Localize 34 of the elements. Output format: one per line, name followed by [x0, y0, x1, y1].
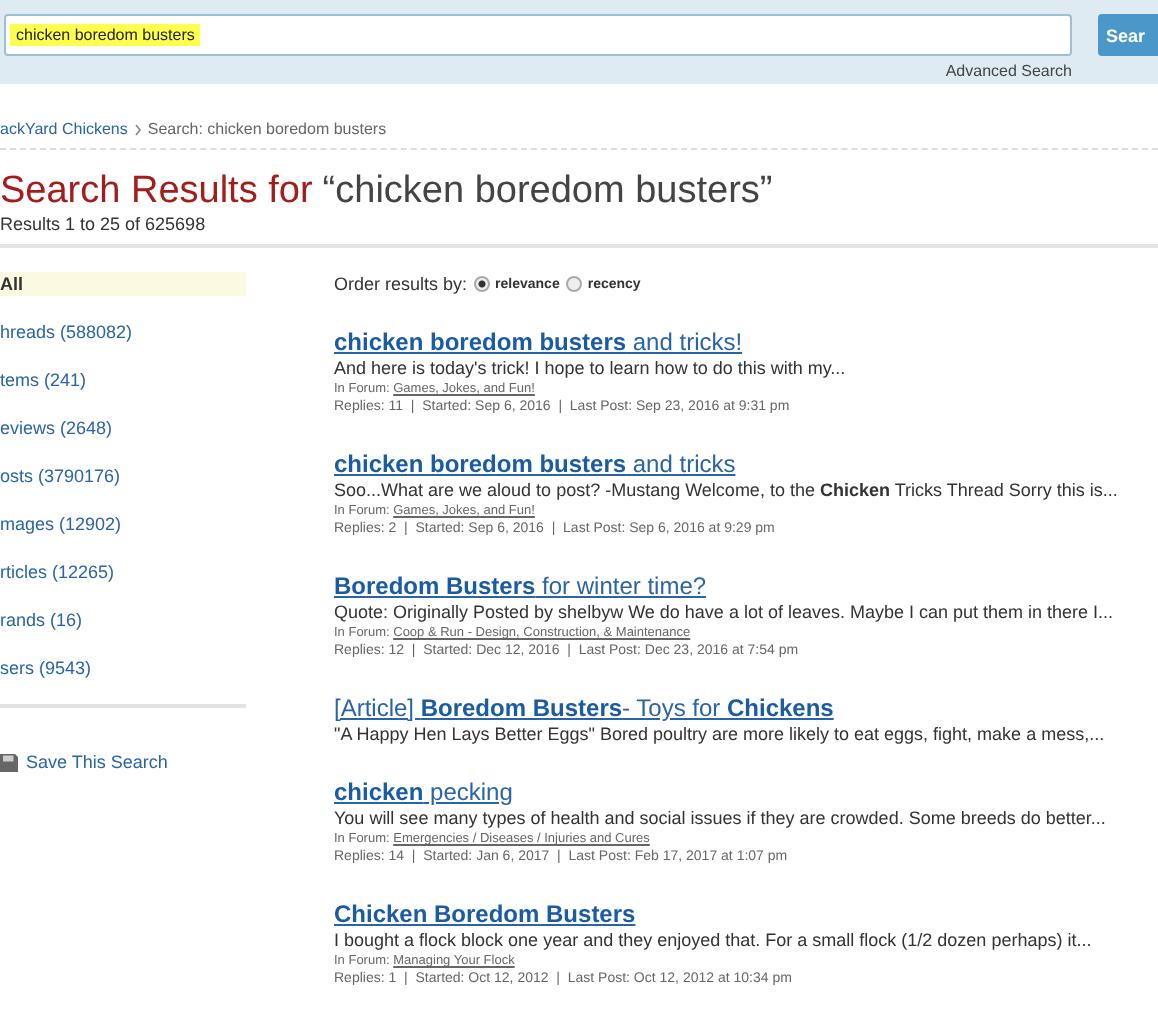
- filter-item[interactable]: eviews (2648): [0, 416, 246, 440]
- result-title-link[interactable]: chicken boredom busters and tricks: [334, 450, 1158, 478]
- filter-item[interactable]: rticles (12265): [0, 560, 246, 584]
- result-snippet: I bought a flock block one year and they enjoyed that. For a small flock (1/2 dozen perhaps) it...: [334, 928, 1094, 952]
- filter-item[interactable]: sers (9543): [0, 656, 246, 680]
- search-query: “chicken boredom busters”: [322, 170, 773, 214]
- save-search-link[interactable]: Save This Search: [26, 752, 168, 772]
- result-snippet: "A Happy Hen Lays Better Eggs" Bored poultry are more likely to eat eggs, fight, make a mess,...: [334, 722, 1107, 746]
- result-title-link[interactable]: chicken pecking: [334, 778, 1158, 806]
- search-field[interactable]: chicken boredom busters: [4, 14, 1072, 56]
- result-snippet: Quote: Originally Posted by shelbyw We do have a lot of leaves. Maybe I can put them in there I...: [334, 600, 1116, 624]
- result-title-link[interactable]: chicken boredom busters and tricks!: [334, 328, 1158, 356]
- chevron-icon: [133, 123, 142, 135]
- radio-button[interactable]: [473, 276, 490, 292]
- result-title-link[interactable]: Chicken Boredom Busters: [334, 900, 1158, 928]
- results-count: Results 1 to 25 of 625698: [0, 214, 208, 234]
- breadcrumb-current: Search: chicken boredom busters: [147, 120, 387, 138]
- filter-item[interactable]: rands (16): [0, 608, 246, 632]
- result-snippet: And here is today's trick! I hope to learn how to do this with my...: [334, 356, 848, 380]
- result-title-link[interactable]: [Article] Boredom Busters- Toys for Chickens: [334, 694, 1158, 722]
- filter-item[interactable]: mages (12902): [0, 512, 246, 536]
- order-label: Order results by:: [334, 274, 468, 294]
- search-button[interactable]: Sear: [1098, 14, 1158, 56]
- results-heading: Search Results for: [0, 170, 313, 214]
- advanced-search-link[interactable]: Advanced Search: [945, 62, 1072, 80]
- filter-item[interactable]: hreads (588082): [0, 320, 246, 344]
- result-snippet: You will see many types of health and social issues if they are crowded. Some breeds do better...: [334, 806, 1108, 830]
- radio-button[interactable]: [565, 276, 582, 292]
- filter-item[interactable]: tems (241): [0, 368, 246, 392]
- filter-item[interactable]: osts (3790176): [0, 464, 246, 488]
- filter-item[interactable]: All: [0, 272, 246, 296]
- result-snippet: Soo...What are we aloud to post? -Mustang Welcome, to the Chicken Tricks Thread Sorry this is...: [334, 478, 1120, 502]
- breadcrumb-link[interactable]: ackYard Chickens: [0, 120, 128, 138]
- result-title-link[interactable]: Boredom Busters for winter time?: [334, 572, 1158, 600]
